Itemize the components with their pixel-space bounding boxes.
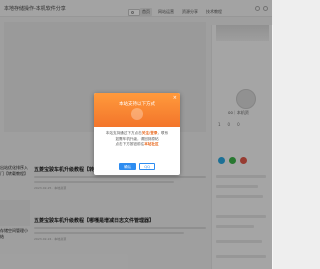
modal-illustration-icon [131,108,143,120]
modal-buttons: 确认 QQ [94,163,180,170]
modal-line-1: 本站支持通过下方点击关注/登录，联系 [100,131,174,137]
modal-highlight[interactable]: 本站社区 [144,142,158,146]
modal-title: 本站支持以下方式 [119,102,155,107]
modal-text: ，联系 [157,131,169,135]
confirm-button[interactable]: 确认 [119,163,137,170]
qq-button[interactable]: QQ [139,163,155,170]
modal-body: 本站支持通过下方点击关注/登录，联系 如需车机升级，请回到原帖 点击下方按钮前往… [100,131,174,148]
modal-header: 本站支持以下方式 × [94,93,180,127]
notice-modal: 本站支持以下方式 × 本站支持通过下方点击关注/登录，联系 如需车机升级，请回到… [94,93,180,175]
close-icon[interactable]: × [173,96,177,101]
modal-highlight: 关注/登录 [141,131,158,135]
modal-text: 点击下方按钮前往 [115,142,145,146]
modal-line-3: 点击下方按钮前往本站社区 [100,142,174,148]
modal-text: 本站支持通过下方点击 [105,131,142,135]
